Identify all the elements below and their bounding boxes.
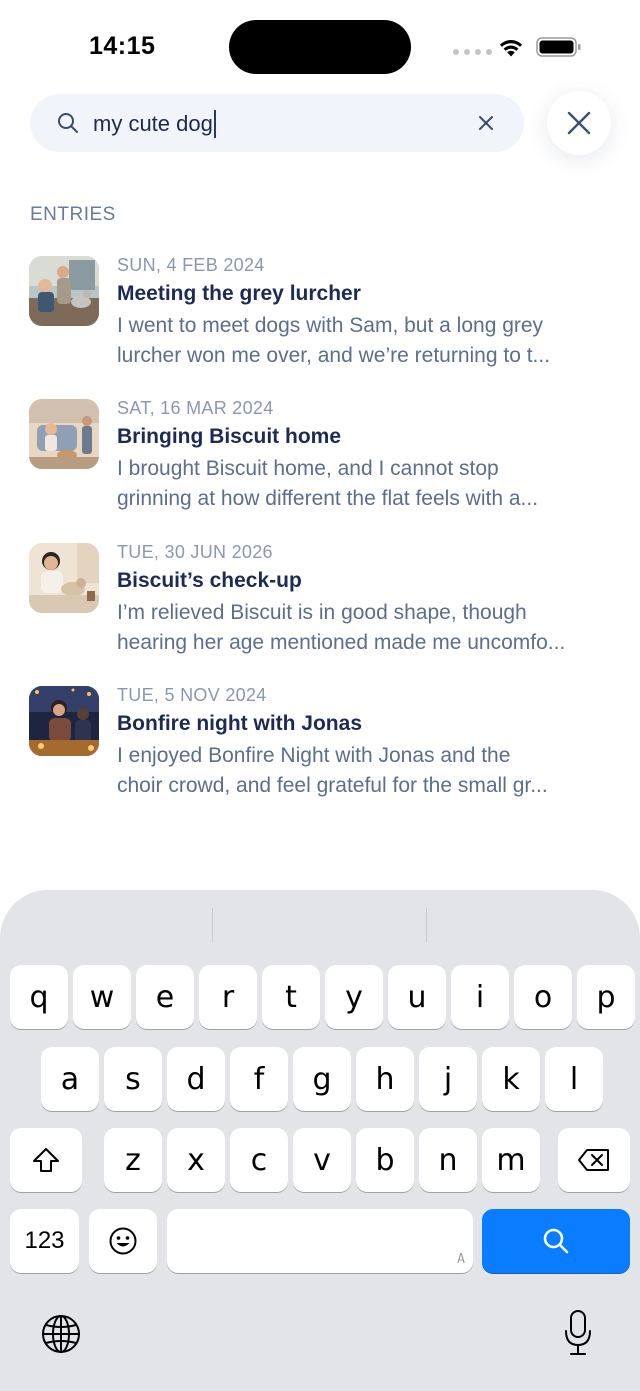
key-b[interactable]: b: [356, 1128, 414, 1192]
entry-excerpt-line: lurcher won me over, and we’re returning…: [117, 344, 551, 367]
key-r[interactable]: r: [199, 965, 257, 1029]
key-m[interactable]: m: [482, 1128, 540, 1192]
entry-thumbnail: [29, 256, 99, 326]
emoji-icon: [109, 1227, 137, 1255]
entry-title: Bringing Biscuit home: [117, 425, 342, 448]
entry-excerpt-line: I’m relieved Biscuit is in good shape, t…: [117, 601, 527, 624]
entry-date: TUE, 5 NOV 2024: [117, 685, 267, 705]
key-v[interactable]: v: [293, 1128, 351, 1192]
search-query-text: my cute dog: [93, 111, 213, 136]
search-field[interactable]: my cute dog: [30, 94, 524, 152]
cellular-signal-icon: [453, 49, 492, 55]
search-input[interactable]: my cute dog: [93, 110, 216, 138]
status-bar: 14:15: [0, 0, 640, 90]
wifi-icon: [499, 40, 523, 57]
key-l[interactable]: l: [545, 1047, 603, 1111]
key-h[interactable]: h: [356, 1047, 414, 1111]
key-c[interactable]: c: [230, 1128, 288, 1192]
shift-key[interactable]: [10, 1128, 82, 1192]
entry-thumbnail: [29, 686, 99, 756]
backspace-icon: [578, 1149, 609, 1171]
entry-excerpt-line: choir crowd, and feel grateful for the s…: [117, 774, 548, 797]
numbers-key[interactable]: 123: [10, 1209, 79, 1273]
key-f[interactable]: f: [230, 1047, 288, 1111]
key-a[interactable]: a: [41, 1047, 99, 1111]
key-q[interactable]: q: [10, 965, 68, 1029]
entry-date: TUE, 30 JUN 2026: [117, 542, 273, 562]
delete-key[interactable]: [558, 1128, 630, 1192]
key-e[interactable]: e: [136, 965, 194, 1029]
space-key-hint: A: [457, 1252, 465, 1267]
entry-excerpt-line: I brought Biscuit home, and I cannot sto…: [117, 457, 499, 480]
globe-icon[interactable]: [40, 1313, 82, 1355]
entry-list-item[interactable]: TUE, 5 NOV 2024 Bonfire night with Jonas…: [0, 685, 640, 816]
search-icon: [543, 1228, 569, 1254]
close-icon: [567, 111, 591, 135]
entry-thumbnail: [29, 399, 99, 469]
key-n[interactable]: n: [419, 1128, 477, 1192]
entry-excerpt-line: hearing her age mentioned made me uncomf…: [117, 631, 566, 654]
entry-title: Bonfire night with Jonas: [117, 712, 362, 735]
entry-list-item[interactable]: SAT, 16 MAR 2024 Bringing Biscuit home I…: [0, 398, 640, 529]
keyboard-search-button[interactable]: [482, 1209, 630, 1273]
key-k[interactable]: k: [482, 1047, 540, 1111]
suggestion-divider: [426, 908, 427, 942]
entry-excerpt-line: grinning at how different the flat feels…: [117, 487, 539, 510]
dynamic-island: [229, 20, 411, 74]
entry-excerpt: I went to meet dogs with Sam, but a long…: [117, 311, 607, 371]
entry-excerpt: I’m relieved Biscuit is in good shape, t…: [117, 598, 607, 658]
emoji-key[interactable]: [89, 1209, 157, 1273]
status-time: 14:15: [89, 32, 156, 60]
entry-thumbnail: [29, 543, 99, 613]
entry-date: SUN, 4 FEB 2024: [117, 255, 265, 275]
entry-title: Meeting the grey lurcher: [117, 282, 361, 305]
battery-icon: [536, 37, 581, 57]
entry-list-item[interactable]: SUN, 4 FEB 2024 Meeting the grey lurcher…: [0, 255, 640, 386]
entry-excerpt-line: I enjoyed Bonfire Night with Jonas and t…: [117, 744, 511, 767]
entry-title: Biscuit’s check-up: [117, 569, 302, 592]
microphone-icon[interactable]: [563, 1309, 593, 1357]
key-w[interactable]: w: [73, 965, 131, 1029]
key-x[interactable]: x: [167, 1128, 225, 1192]
keyboard: q w e r t y u i o p a s d f g h j k l z …: [0, 890, 640, 1391]
text-caret: [213, 110, 216, 138]
entry-excerpt: I brought Biscuit home, and I cannot sto…: [117, 454, 607, 514]
key-z[interactable]: z: [104, 1128, 162, 1192]
suggestion-divider: [212, 908, 213, 942]
key-t[interactable]: t: [262, 965, 320, 1029]
close-search-button[interactable]: [547, 91, 611, 155]
entry-excerpt-line: I went to meet dogs with Sam, but a long…: [117, 314, 544, 337]
key-o[interactable]: o: [514, 965, 572, 1029]
key-g[interactable]: g: [293, 1047, 351, 1111]
entry-excerpt: I enjoyed Bonfire Night with Jonas and t…: [117, 741, 607, 801]
entries-section-header: ENTRIES: [30, 204, 116, 225]
entry-date: SAT, 16 MAR 2024: [117, 398, 274, 418]
key-i[interactable]: i: [451, 965, 509, 1029]
key-p[interactable]: p: [577, 965, 635, 1029]
key-s[interactable]: s: [104, 1047, 162, 1111]
key-y[interactable]: y: [325, 965, 383, 1029]
space-key[interactable]: A: [167, 1209, 473, 1273]
entry-list-item[interactable]: TUE, 30 JUN 2026 Biscuit’s check-up I’m …: [0, 542, 640, 673]
key-d[interactable]: d: [167, 1047, 225, 1111]
clear-search-icon[interactable]: [473, 110, 499, 136]
key-j[interactable]: j: [419, 1047, 477, 1111]
shift-icon: [33, 1148, 59, 1172]
key-u[interactable]: u: [388, 965, 446, 1029]
search-icon: [58, 113, 78, 133]
